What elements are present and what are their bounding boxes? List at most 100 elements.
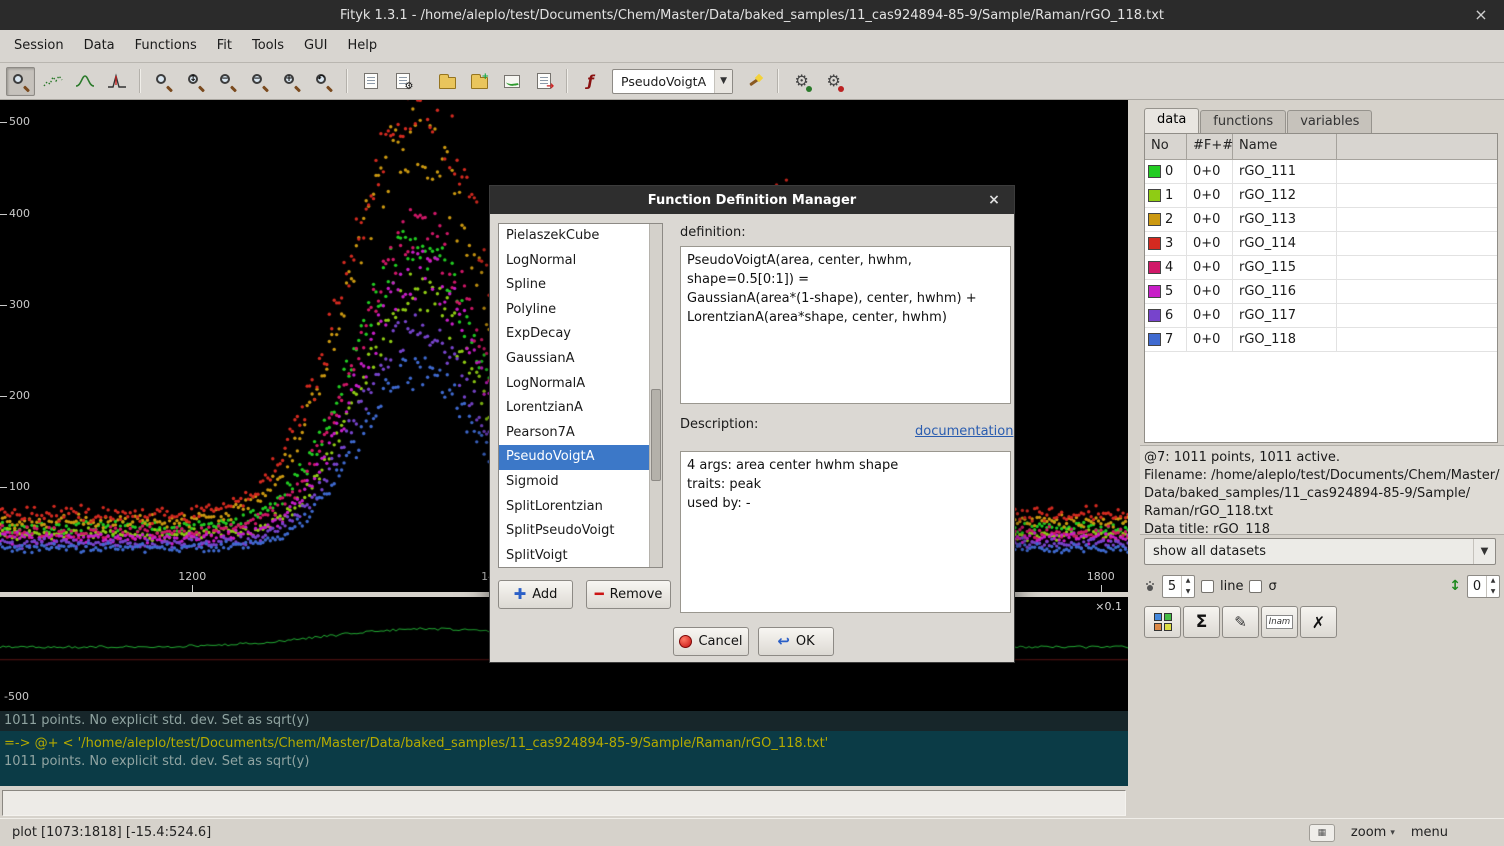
zoom-previous-button[interactable]: ↶: [309, 67, 338, 96]
export-data-button[interactable]: ➜: [529, 67, 558, 96]
definition-label: definition:: [680, 225, 746, 240]
sum-button[interactable]: Σ: [1183, 606, 1220, 638]
zoom-all-button[interactable]: [149, 67, 178, 96]
data-range-mode-button[interactable]: [38, 67, 67, 96]
table-row[interactable]: 5 0+0 rGO_116: [1145, 280, 1497, 304]
dataset-fcount: 0+0: [1187, 208, 1233, 231]
spinner-arrows-icon[interactable]: ▲▼: [1486, 576, 1499, 597]
rename-dataset-button[interactable]: Inam: [1261, 606, 1298, 638]
menu-tools[interactable]: Tools: [242, 30, 294, 62]
edit-data-button[interactable]: ✎: [1222, 606, 1259, 638]
function-list-item[interactable]: SplitVoigt: [499, 544, 649, 567]
header-no[interactable]: No: [1145, 134, 1187, 159]
log-viewer-button[interactable]: [356, 67, 385, 96]
table-row[interactable]: 0 0+0 rGO_111: [1145, 160, 1497, 184]
grid-icon: [1154, 613, 1172, 631]
cancel-button[interactable]: Cancel: [673, 627, 749, 656]
save-graph-button[interactable]: [497, 67, 526, 96]
function-list-item[interactable]: Sigmoid: [499, 470, 649, 495]
table-row[interactable]: 1 0+0 rGO_112: [1145, 184, 1497, 208]
zoom-out-button[interactable]: −: [213, 67, 242, 96]
output-console[interactable]: =-> @+ < '/home/aleplo/test/Documents/Ch…: [0, 731, 1128, 786]
toolbar-separator: [346, 69, 348, 93]
chart-frame-icon: [504, 75, 520, 88]
remove-button[interactable]: ━ Remove: [586, 580, 671, 609]
zoom-mode-button[interactable]: [6, 67, 35, 96]
delete-dataset-button[interactable]: ✗: [1300, 606, 1337, 638]
table-row[interactable]: 7 0+0 rGO_118: [1145, 328, 1497, 352]
tab-variables[interactable]: variables: [1287, 110, 1372, 133]
sigma-icon: Σ: [1196, 612, 1208, 632]
window-close-icon[interactable]: ×: [1470, 4, 1492, 26]
aux-scale-label: ×0.1: [1095, 600, 1122, 613]
zoom-vertical-button[interactable]: ↕: [181, 67, 210, 96]
documentation-link[interactable]: documentation: [915, 424, 1013, 439]
spinner-arrows-icon[interactable]: ▲▼: [1181, 576, 1194, 597]
table-row[interactable]: 3 0+0 rGO_114: [1145, 232, 1497, 256]
dataset-name: rGO_113: [1233, 208, 1337, 231]
zoom-shrink-button[interactable]: −: [245, 67, 274, 96]
dataset-color-swatch: [1148, 285, 1161, 298]
function-list-item[interactable]: LogNormal: [499, 249, 649, 274]
menu-fit[interactable]: Fit: [207, 30, 242, 62]
ok-button[interactable]: ↩ OK: [758, 627, 834, 656]
define-function-button[interactable]: ƒ: [576, 67, 605, 96]
zoom-dropdown[interactable]: zoom ▾: [1351, 825, 1395, 840]
shift-spinner[interactable]: 0 ▲▼: [1467, 575, 1500, 598]
gears-red-icon: ⚙: [826, 73, 840, 89]
fit-settings-button[interactable]: ⚙: [819, 67, 848, 96]
status-config-icon: ▦: [1318, 828, 1327, 838]
function-list-item-selected[interactable]: PseudoVoigtA: [499, 445, 649, 470]
table-row[interactable]: 4 0+0 rGO_115: [1145, 256, 1497, 280]
info-line: Raman/rGO_118.txt: [1144, 503, 1500, 521]
function-list-item[interactable]: LorentzianA: [499, 396, 649, 421]
sigma-checkbox[interactable]: [1249, 580, 1262, 593]
function-list-scrollbar[interactable]: [649, 224, 662, 567]
function-list-item[interactable]: Polyline: [499, 298, 649, 323]
function-type-select[interactable]: PseudoVoigtA ▼: [612, 69, 733, 94]
auto-add-button[interactable]: [740, 67, 769, 96]
activate-peak-mode-button[interactable]: [102, 67, 131, 96]
dialog-close-icon[interactable]: ×: [984, 190, 1004, 210]
header-name[interactable]: Name: [1233, 134, 1337, 159]
table-row[interactable]: 6 0+0 rGO_117: [1145, 304, 1497, 328]
menu-data[interactable]: Data: [74, 30, 125, 62]
menu-button[interactable]: menu: [1411, 825, 1448, 840]
menu-help[interactable]: Help: [337, 30, 387, 62]
menu-session[interactable]: Session: [4, 30, 74, 62]
script-editor-button[interactable]: ⚙: [388, 67, 417, 96]
function-list-item[interactable]: Spline: [499, 273, 649, 298]
run-fit-button[interactable]: ⚙: [787, 67, 816, 96]
function-list-item[interactable]: Pearson7A: [499, 421, 649, 446]
pencil-icon: ✎: [1234, 613, 1247, 631]
function-list-item[interactable]: SplitLorentzian: [499, 495, 649, 520]
header-f[interactable]: #F+#: [1187, 134, 1233, 159]
cancel-button-label: Cancel: [698, 634, 742, 649]
function-list-item[interactable]: SplitPseudoVoigt: [499, 519, 649, 544]
load-data-button[interactable]: [433, 67, 462, 96]
definition-textarea[interactable]: PseudoVoigtA(area, center, hwhm, shape=0…: [680, 246, 1011, 404]
function-list-item[interactable]: GaussianA: [499, 347, 649, 372]
cancel-icon: [679, 635, 692, 648]
scrollbar-thumb[interactable]: [651, 389, 661, 482]
point-size-spinner[interactable]: 5 ▲▼: [1162, 575, 1195, 598]
menu-functions[interactable]: Functions: [125, 30, 207, 62]
add-peak-mode-button[interactable]: [70, 67, 99, 96]
table-row[interactable]: 2 0+0 rGO_113: [1145, 208, 1497, 232]
ok-icon: ↩: [777, 635, 790, 648]
menu-gui[interactable]: GUI: [294, 30, 337, 62]
load-data-custom-button[interactable]: +: [465, 67, 494, 96]
tab-functions[interactable]: functions: [1200, 110, 1286, 133]
zoom-in-button[interactable]: +: [277, 67, 306, 96]
function-list-item[interactable]: ExpDecay: [499, 322, 649, 347]
line-checkbox[interactable]: [1201, 580, 1214, 593]
command-input[interactable]: [2, 790, 1126, 816]
status-config-button[interactable]: ▦: [1309, 824, 1335, 842]
function-list-item[interactable]: PielaszekCube: [499, 224, 649, 249]
add-button[interactable]: ✚ Add: [498, 580, 573, 609]
notepad-icon: [364, 73, 378, 89]
function-list-item[interactable]: LogNormalA: [499, 372, 649, 397]
tab-data[interactable]: data: [1144, 108, 1199, 133]
dataset-filter-select[interactable]: show all datasets ▼: [1144, 538, 1496, 565]
datasets-grid-button[interactable]: [1144, 606, 1181, 638]
